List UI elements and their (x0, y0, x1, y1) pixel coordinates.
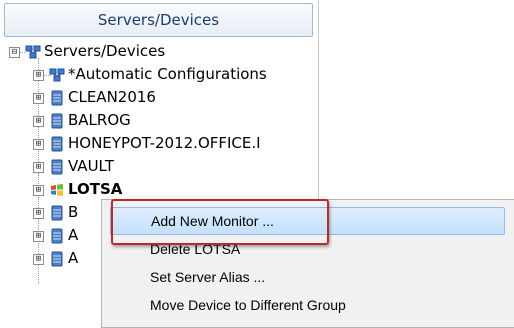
menu-item-label: Move Device to Different Group (150, 297, 346, 313)
tree-node-root[interactable]: ⊟ Servers/Devices (0, 42, 318, 62)
menu-item-set-server-alias[interactable]: Set Server Alias ... (110, 263, 505, 291)
server-icon (51, 205, 63, 221)
tree-node-automatic-configurations[interactable]: ⊞ *Automatic Configurations (0, 65, 318, 85)
menu-item-label: Add New Monitor ... (151, 213, 274, 229)
tree-node-clean2016[interactable]: ⊞ CLEAN2016 (0, 88, 318, 108)
tree-node-vault[interactable]: ⊞ VAULT (0, 157, 318, 177)
windows-server-icon (51, 184, 63, 196)
expand-icon[interactable]: ⊞ (33, 162, 44, 173)
network-group-icon (49, 68, 65, 82)
server-icon (51, 113, 63, 129)
expand-icon[interactable]: ⊞ (33, 116, 44, 127)
tree-node-label: A (68, 226, 79, 244)
tree-node-label: HONEYPOT-2012.OFFICE.I (68, 134, 261, 152)
menu-item-label: Set Server Alias ... (150, 269, 266, 285)
context-menu: Add New Monitor ... Delete LOTSA Set Ser… (101, 199, 514, 328)
tree-node-label: Servers/Devices (44, 42, 166, 60)
tree-node-honeypot[interactable]: ⊞ HONEYPOT-2012.OFFICE.I (0, 134, 318, 154)
tree-node-label: A (68, 249, 79, 267)
tree-node-label: BALROG (68, 111, 131, 129)
server-icon (51, 90, 63, 106)
menu-item-delete-lotsa[interactable]: Delete LOTSA (110, 235, 505, 263)
menu-item-label: Delete LOTSA (150, 241, 241, 257)
tree-node-label: CLEAN2016 (68, 88, 156, 106)
tree-node-label: *Automatic Configurations (68, 65, 267, 83)
panel-header[interactable]: Servers/Devices (4, 3, 313, 37)
menu-item-move-device[interactable]: Move Device to Different Group (110, 291, 505, 319)
panel-title: Servers/Devices (97, 11, 220, 29)
collapse-icon[interactable]: ⊟ (9, 47, 20, 58)
expand-icon[interactable]: ⊞ (33, 185, 44, 196)
tree-node-lotsa[interactable]: ⊞ LOTSA (0, 180, 318, 200)
menu-item-add-new-monitor[interactable]: Add New Monitor ... (110, 207, 505, 235)
tree-node-label: B (68, 203, 79, 221)
server-icon (51, 251, 63, 267)
tree-node-label: VAULT (68, 157, 114, 175)
server-icon (51, 228, 63, 244)
expand-icon[interactable]: ⊞ (33, 208, 44, 219)
expand-icon[interactable]: ⊞ (33, 70, 44, 81)
expand-icon[interactable]: ⊞ (33, 139, 44, 150)
network-group-icon (25, 45, 41, 59)
expand-icon[interactable]: ⊞ (33, 231, 44, 242)
expand-icon[interactable]: ⊞ (33, 93, 44, 104)
expand-icon[interactable]: ⊞ (33, 254, 44, 265)
server-icon (51, 136, 63, 152)
tree-node-balrog[interactable]: ⊞ BALROG (0, 111, 318, 131)
server-icon (51, 159, 63, 175)
tree-node-label: LOTSA (68, 180, 123, 198)
